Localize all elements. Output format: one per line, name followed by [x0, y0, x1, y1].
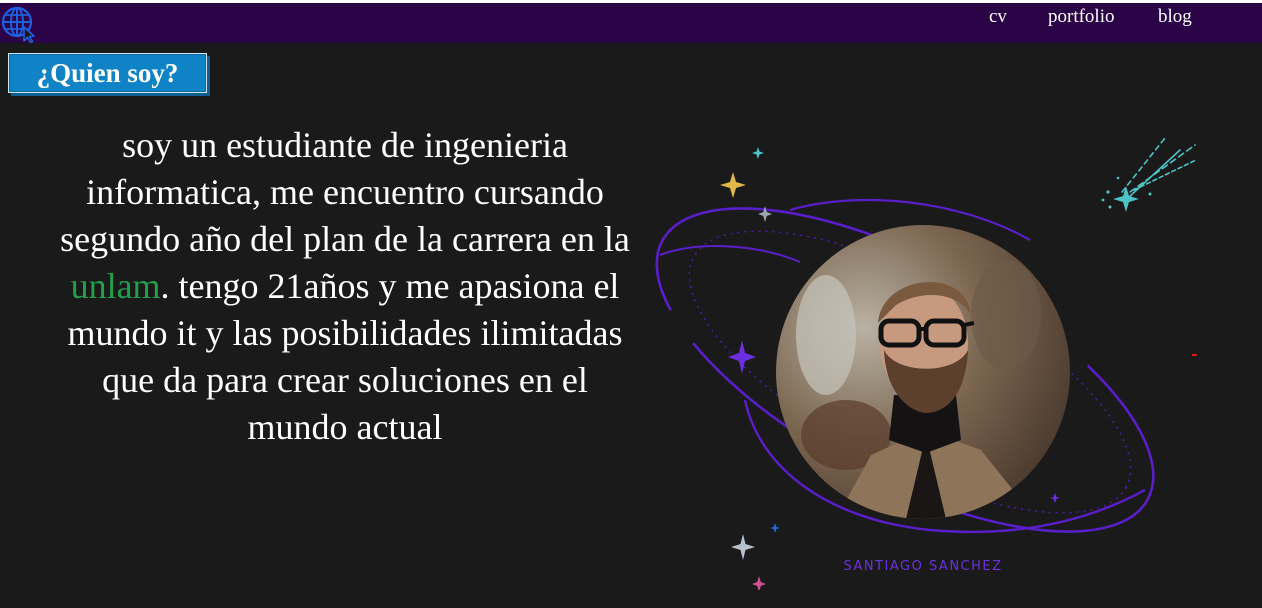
nav-link-blog[interactable]: blog [1158, 6, 1192, 28]
bio-text: soy un estudiante de ingenieria informat… [60, 122, 630, 451]
navbar: cv portfolio blog [0, 3, 1262, 44]
nav-link-cv[interactable]: cv [989, 6, 1007, 28]
section-heading: ¿Quien soy? [8, 53, 207, 93]
bio-text-part-1: soy un estudiante de ingenieria informat… [60, 125, 630, 259]
profile-name: SANTIAGO SANCHEZ [843, 559, 1003, 574]
university-highlight: unlam [70, 266, 161, 306]
profile-photo [776, 225, 1070, 519]
globe-cursor-icon[interactable] [0, 5, 38, 44]
nav-link-portfolio[interactable]: portfolio [1048, 6, 1115, 28]
